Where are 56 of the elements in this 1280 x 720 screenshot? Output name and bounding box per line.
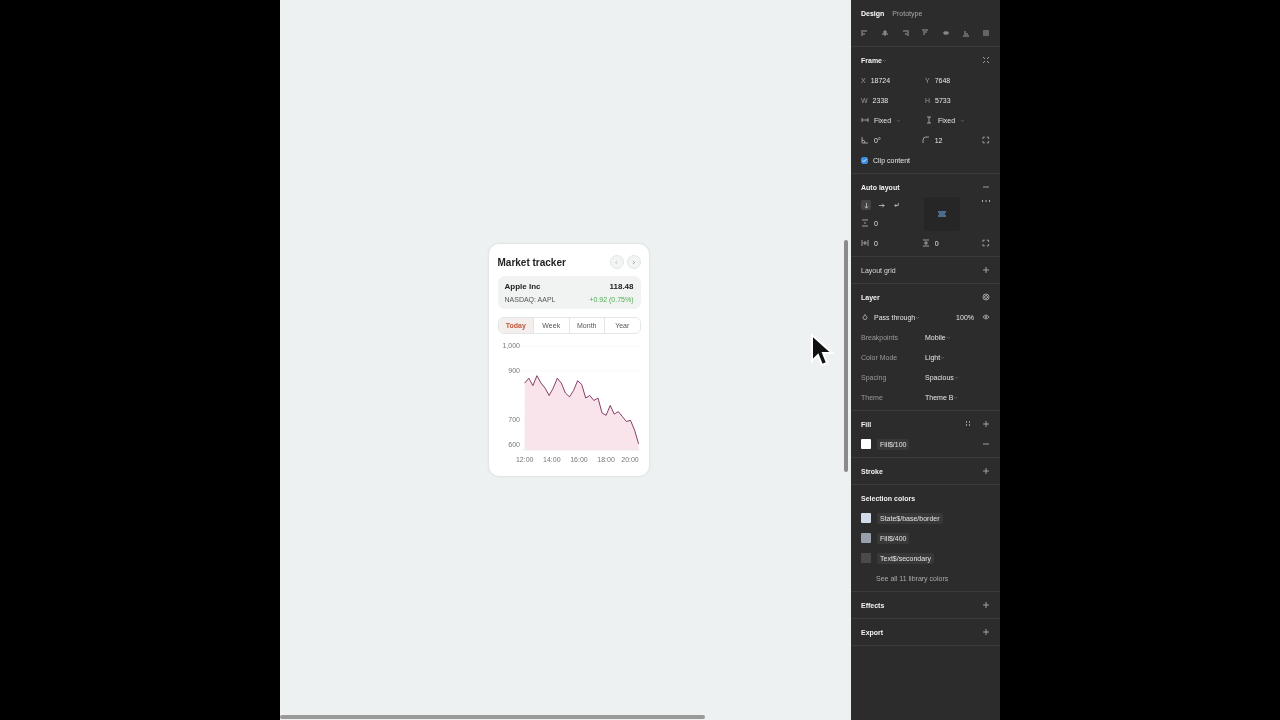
more-icon bbox=[980, 197, 990, 205]
align-icon bbox=[961, 29, 970, 37]
corners-icon bbox=[982, 136, 990, 144]
caret-icon bbox=[882, 57, 887, 63]
clip-checkbox[interactable] bbox=[861, 156, 868, 164]
caret-icon bbox=[945, 334, 951, 340]
caret-icon bbox=[896, 117, 902, 123]
color-swatch[interactable] bbox=[861, 533, 871, 543]
next-button[interactable] bbox=[626, 255, 641, 269]
horizontal-scrollbar[interactable] bbox=[280, 715, 705, 719]
padding-icon bbox=[921, 239, 930, 247]
caret-icon bbox=[960, 117, 966, 123]
cursor-icon bbox=[810, 333, 836, 367]
previous-button[interactable] bbox=[609, 255, 624, 269]
caret-icon bbox=[953, 374, 959, 380]
align-icon bbox=[921, 29, 930, 37]
color-swatch[interactable] bbox=[861, 439, 871, 449]
stock-name: Apple Inc bbox=[504, 282, 541, 291]
corners-icon bbox=[982, 239, 990, 247]
corner-icon bbox=[921, 136, 930, 144]
plus-icon bbox=[982, 266, 990, 274]
caret-icon bbox=[953, 394, 959, 400]
caret-icon bbox=[915, 314, 921, 320]
plus-icon bbox=[982, 628, 990, 636]
direction-button[interactable] bbox=[861, 200, 871, 210]
plus-icon bbox=[982, 601, 990, 609]
padding-icon bbox=[861, 239, 869, 247]
align-icon bbox=[861, 29, 869, 37]
align-icon bbox=[981, 29, 990, 37]
minus-icon bbox=[982, 440, 990, 448]
card-title: Market tracker bbox=[497, 256, 566, 268]
eye-icon bbox=[982, 313, 990, 321]
width-icon bbox=[861, 116, 869, 124]
blend-icon bbox=[861, 313, 869, 321]
align-icon bbox=[941, 29, 950, 37]
direction-button[interactable] bbox=[891, 200, 901, 210]
vertical-scrollbar[interactable] bbox=[844, 240, 848, 472]
chevron-right-icon bbox=[631, 259, 636, 265]
minus-icon bbox=[982, 183, 990, 191]
alignment-grid[interactable] bbox=[924, 197, 960, 231]
mask-icon bbox=[982, 293, 990, 301]
plus-icon bbox=[982, 467, 990, 475]
chevron-left-icon bbox=[614, 259, 619, 265]
styles-icon bbox=[964, 420, 972, 428]
height-icon bbox=[925, 116, 933, 124]
caret-icon bbox=[940, 354, 946, 360]
color-swatch[interactable] bbox=[861, 553, 871, 563]
spacing-icon bbox=[861, 219, 869, 227]
color-swatch[interactable] bbox=[861, 513, 871, 523]
resize-icon bbox=[982, 56, 990, 64]
plus-icon bbox=[982, 420, 990, 428]
stock-price: 118.48 bbox=[609, 282, 634, 291]
align-center-icon bbox=[937, 210, 947, 218]
align-icon bbox=[881, 29, 890, 37]
align-icon bbox=[901, 29, 910, 37]
angle-icon bbox=[861, 136, 869, 144]
